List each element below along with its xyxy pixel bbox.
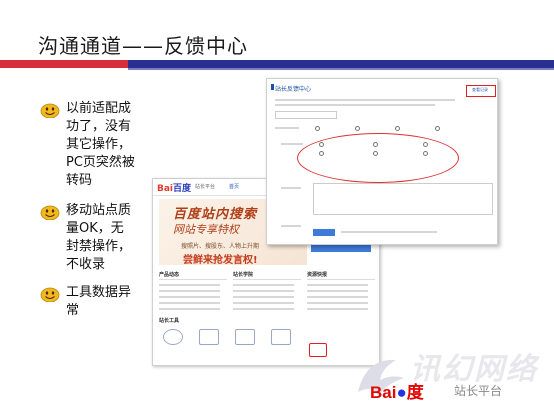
radio <box>319 142 324 147</box>
banner-headline: 尝鲜来抢发言权! <box>183 255 258 266</box>
label-line <box>275 127 299 129</box>
banner-calligraphy: 网站专享特权 <box>173 223 239 236</box>
bullet-item: 以前适配成 功了，没有 其它操作， PC页突然被 转码 <box>40 100 135 190</box>
radio <box>435 126 440 131</box>
nav-item: 站长平台 <box>195 184 216 190</box>
bullet-text: 工具数据异 常 <box>66 285 132 318</box>
banner-calligraphy: 百度站内搜索 <box>173 207 258 222</box>
bullet-text: 以前适配成 功了，没有 其它操作， PC页突然被 转码 <box>66 101 135 188</box>
radio <box>395 126 400 131</box>
news-column: 资源快报 <box>307 271 375 310</box>
label-line <box>281 225 301 227</box>
column-heading: 资源快报 <box>307 271 375 280</box>
news-column: 站长学院 <box>233 271 301 310</box>
submit-button <box>313 229 335 236</box>
bullet-item: 移动站点质 量OK，无 封禁操作， 不收录 <box>40 202 131 274</box>
radio <box>423 151 428 156</box>
title-underline-red <box>0 60 128 68</box>
banner-caption: 搜照片、搜股东、人物上升期 <box>181 243 260 250</box>
column-heading: 站长学院 <box>233 271 301 280</box>
news-column: 产品动态 <box>159 271 227 310</box>
bullet-text: 移动站点质 量OK，无 封禁操作， 不收录 <box>66 203 132 272</box>
tool-icon <box>199 329 219 345</box>
column-heading: 产品动态 <box>159 271 227 280</box>
label-line <box>281 187 301 189</box>
view-records-button: 查看记录 <box>472 87 488 92</box>
description-textarea <box>313 183 493 215</box>
header-marker <box>271 84 274 90</box>
title-underline-blue <box>128 60 554 68</box>
radio <box>373 142 378 147</box>
text-line <box>275 104 435 106</box>
feedback-screenshot: 站长反馈中心 查看记录 <box>266 78 498 245</box>
baidu-logo: Bai百度 <box>157 184 192 194</box>
bullet-item: 工具数据异 常 <box>40 284 131 320</box>
tool-icon <box>271 329 291 345</box>
smiley-icon <box>40 205 60 220</box>
text-line <box>341 231 437 233</box>
tool-icon <box>235 329 255 345</box>
radio <box>373 151 378 156</box>
title-underline-blue-thin <box>128 68 554 70</box>
label-line <box>281 143 303 145</box>
radio <box>315 126 320 131</box>
nav-item: 首页 <box>229 184 240 190</box>
radio <box>319 151 324 156</box>
text-line <box>275 99 455 101</box>
baidu-brand-logo: Bai●度 <box>370 383 424 402</box>
tools-heading: 站长工具 <box>159 318 180 324</box>
watermark-sub: 站长平台 <box>454 384 503 398</box>
smiley-icon <box>40 103 60 118</box>
radio <box>355 126 360 131</box>
radio <box>423 142 428 147</box>
site-input <box>275 111 337 119</box>
smiley-icon <box>40 287 60 302</box>
page-title: 沟通通道——反馈中心 <box>38 34 248 58</box>
feedback-header: 站长反馈中心 <box>275 86 312 93</box>
highlight-oval <box>297 133 459 183</box>
feedback-tool-highlight <box>309 343 327 357</box>
tool-icon <box>163 329 183 345</box>
